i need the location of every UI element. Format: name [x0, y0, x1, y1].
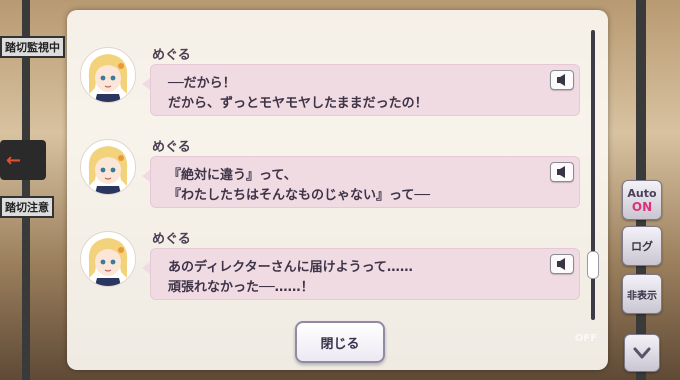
dialogue-line: 頑張れなかった──……！ — [168, 280, 314, 295]
menu-toggle-button[interactable] — [624, 334, 660, 372]
speaker-icon — [557, 74, 565, 86]
voice-replay-button[interactable] — [550, 162, 574, 182]
dialogue-line: ──だから！ — [168, 76, 236, 91]
auto-state: ON — [631, 199, 653, 214]
dialogue-bubble: あのディレクターさんに届けようって…… 頑張れなかった──……！ — [142, 248, 580, 300]
speaker-name: めぐる — [152, 140, 191, 155]
close-button[interactable]: 閉じる — [295, 321, 385, 363]
auto-label: Auto — [627, 186, 657, 200]
speaker-icon — [557, 258, 565, 270]
background-sign: 踏切注意 — [0, 196, 54, 218]
log-entry: めぐる ──だから！ だから、ずっとモヤモヤしたままだったの！ — [67, 44, 587, 132]
dialogue-line: 『わたしたちはそんなものじゃない』って── — [168, 188, 431, 203]
avatar — [80, 47, 136, 103]
avatar — [80, 139, 136, 195]
log-label: ログ — [631, 240, 653, 253]
dialogue-line: だから、ずっとモヤモヤしたままだったの！ — [168, 96, 428, 111]
avatar — [80, 231, 136, 287]
log-entry: めぐる あのディレクターさんに届けようって…… 頑張れなかった──……！ — [67, 228, 587, 316]
speaker-name: めぐる — [152, 232, 191, 247]
scrollbar-thumb[interactable] — [587, 251, 599, 279]
dialogue-bubble: 『絶対に違う』って、 『わたしたちはそんなものじゃない』って── — [142, 156, 580, 208]
voice-replay-button[interactable] — [550, 254, 574, 274]
log-entry: めぐる 『絶対に違う』って、 『わたしたちはそんなものじゃない』って── — [67, 136, 587, 224]
skip-state-label: OFF — [566, 332, 606, 368]
hide-label: 非表示 — [627, 290, 657, 302]
crossing-signal: ← — [0, 140, 46, 180]
background-sign: 踏切監視中 — [0, 36, 65, 58]
dialogue-bubble: ──だから！ だから、ずっとモヤモヤしたままだったの！ — [142, 64, 580, 116]
backlog-panel: めぐる ──だから！ だから、ずっとモヤモヤしたままだったの！ めぐる 『絶対に… — [67, 10, 608, 370]
speaker-icon — [557, 166, 565, 178]
hide-ui-button[interactable]: 非表示 — [622, 274, 662, 314]
dialogue-line: あのディレクターさんに届けようって…… — [168, 260, 413, 275]
log-button[interactable]: ログ — [622, 226, 662, 266]
dialogue-line: 『絶対に違う』って、 — [168, 168, 297, 183]
skip-state-text: OFF — [574, 333, 598, 344]
chevron-down-icon — [633, 347, 651, 359]
voice-replay-button[interactable] — [550, 70, 574, 90]
speaker-name: めぐる — [152, 48, 191, 63]
auto-toggle-button[interactable]: Auto ON — [622, 180, 662, 220]
